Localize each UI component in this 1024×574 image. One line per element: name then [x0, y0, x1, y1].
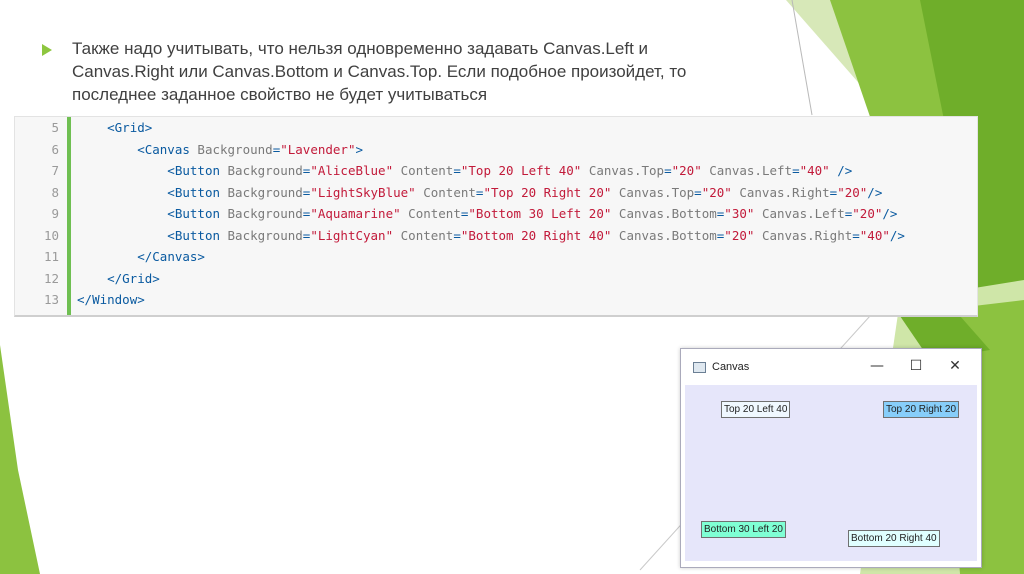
code-listing: 5 <Grid> 6 <Canvas Background="Lavender">…	[14, 116, 978, 317]
code-text: <Button Background="AliceBlue" Content="…	[77, 163, 853, 178]
code-text: <Button Background="Aquamarine" Content=…	[77, 206, 898, 221]
code-text: </Canvas>	[77, 249, 205, 264]
window-titlebar: Canvas — ☐ ✕	[681, 349, 981, 383]
bullet-arrow-icon	[42, 44, 52, 56]
line-number: 12	[43, 270, 59, 286]
bullet-text: Также надо учитывать, что нельзя одновре…	[72, 39, 687, 104]
line-number: 10	[43, 227, 59, 243]
button-bottom20-right40[interactable]: Bottom 20 Right 40	[848, 530, 940, 547]
code-text: </Grid>	[77, 270, 160, 286]
code-text: <Grid>	[77, 120, 153, 135]
close-button[interactable]: ✕	[940, 355, 970, 377]
canvas-area: Top 20 Left 40 Top 20 Right 20 Bottom 30…	[685, 385, 977, 561]
button-top20-left40[interactable]: Top 20 Left 40	[721, 401, 791, 418]
code-text: <Button Background="LightCyan" Content="…	[77, 227, 905, 243]
button-bottom30-left20[interactable]: Bottom 30 Left 20	[701, 521, 786, 538]
deco-left-green	[0, 345, 40, 574]
line-number: 9	[51, 206, 59, 221]
line-number: 6	[51, 141, 59, 157]
minimize-button[interactable]: —	[862, 355, 892, 377]
line-number: 7	[51, 163, 59, 178]
line-number: 13	[43, 292, 59, 307]
maximize-button[interactable]: ☐	[901, 355, 931, 377]
window-app-icon	[693, 362, 706, 373]
canvas-window: Canvas — ☐ ✕ Top 20 Left 40 Top 20 Right…	[680, 348, 982, 568]
code-text: <Canvas Background="Lavender">	[77, 141, 364, 157]
line-number: 11	[43, 249, 59, 264]
code-text: <Button Background="LightSkyBlue" Conten…	[77, 184, 883, 200]
code-text: </Window>	[77, 292, 145, 307]
line-number: 8	[51, 184, 59, 200]
window-title: Canvas	[712, 361, 750, 373]
button-top20-right20[interactable]: Top 20 Right 20	[883, 401, 960, 418]
line-number: 5	[51, 120, 59, 135]
